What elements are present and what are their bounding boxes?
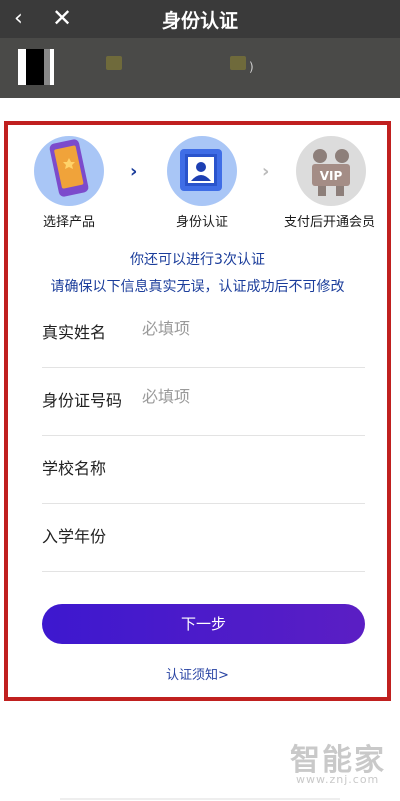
- blurred-text: [106, 56, 122, 70]
- blurred-text: [230, 56, 246, 70]
- verification-panel: 选择产品 › 身份认证 › VIP 支付后开通会员 你还可以进行3次认证 请确保…: [4, 121, 391, 701]
- step-label-select-product: 选择产品: [43, 215, 96, 230]
- svg-text:VIP: VIP: [320, 169, 343, 183]
- field-label: 入学年份: [42, 527, 107, 546]
- field-school-name[interactable]: 学校名称: [42, 435, 365, 504]
- step-identity: [167, 136, 237, 206]
- warning-text: 请确保以下信息真实无误，认证成功后不可修改: [50, 279, 345, 295]
- field-enrollment-year[interactable]: 入学年份: [42, 503, 365, 572]
- attempts-text: 你还可以进行3次认证: [130, 252, 265, 268]
- spacer: [0, 98, 400, 120]
- field-label: 身份证号码: [42, 391, 123, 410]
- chevron-right-icon: ›: [130, 161, 138, 182]
- chevron-right-icon: ›: [262, 161, 270, 182]
- field-real-name[interactable]: 真实姓名: [42, 299, 365, 368]
- vip-camera-icon: VIP: [312, 149, 350, 196]
- field-label: 真实姓名: [42, 323, 107, 342]
- avatar: [18, 49, 54, 85]
- enrollment-year-input[interactable]: [142, 523, 342, 542]
- verification-notice-link[interactable]: 认证须知>: [8, 664, 387, 683]
- real-name-input[interactable]: [142, 319, 342, 338]
- phone-icon: [49, 139, 89, 197]
- step-label-vip: 支付后开通会员: [284, 215, 376, 230]
- top-bar: ‹ ✕ 身份认证: [0, 0, 400, 38]
- field-id-number[interactable]: 身份证号码: [42, 367, 365, 436]
- id-number-input[interactable]: [142, 387, 342, 406]
- field-label: 学校名称: [42, 459, 107, 478]
- page-title: 身份认证: [161, 10, 238, 32]
- step-vip: VIP: [296, 136, 366, 206]
- step-label-identity: 身份认证: [176, 215, 229, 230]
- school-name-input[interactable]: [142, 455, 342, 474]
- watermark-url: www.znj.com: [296, 773, 380, 786]
- id-card-icon: [180, 149, 222, 191]
- watermark: 智能家 www.znj.com: [290, 735, 400, 790]
- account-bar: ): [0, 38, 400, 98]
- account-paren: ): [249, 60, 254, 74]
- step-select-product: [34, 136, 104, 206]
- next-button[interactable]: 下一步: [42, 604, 365, 644]
- home-indicator: [60, 798, 340, 800]
